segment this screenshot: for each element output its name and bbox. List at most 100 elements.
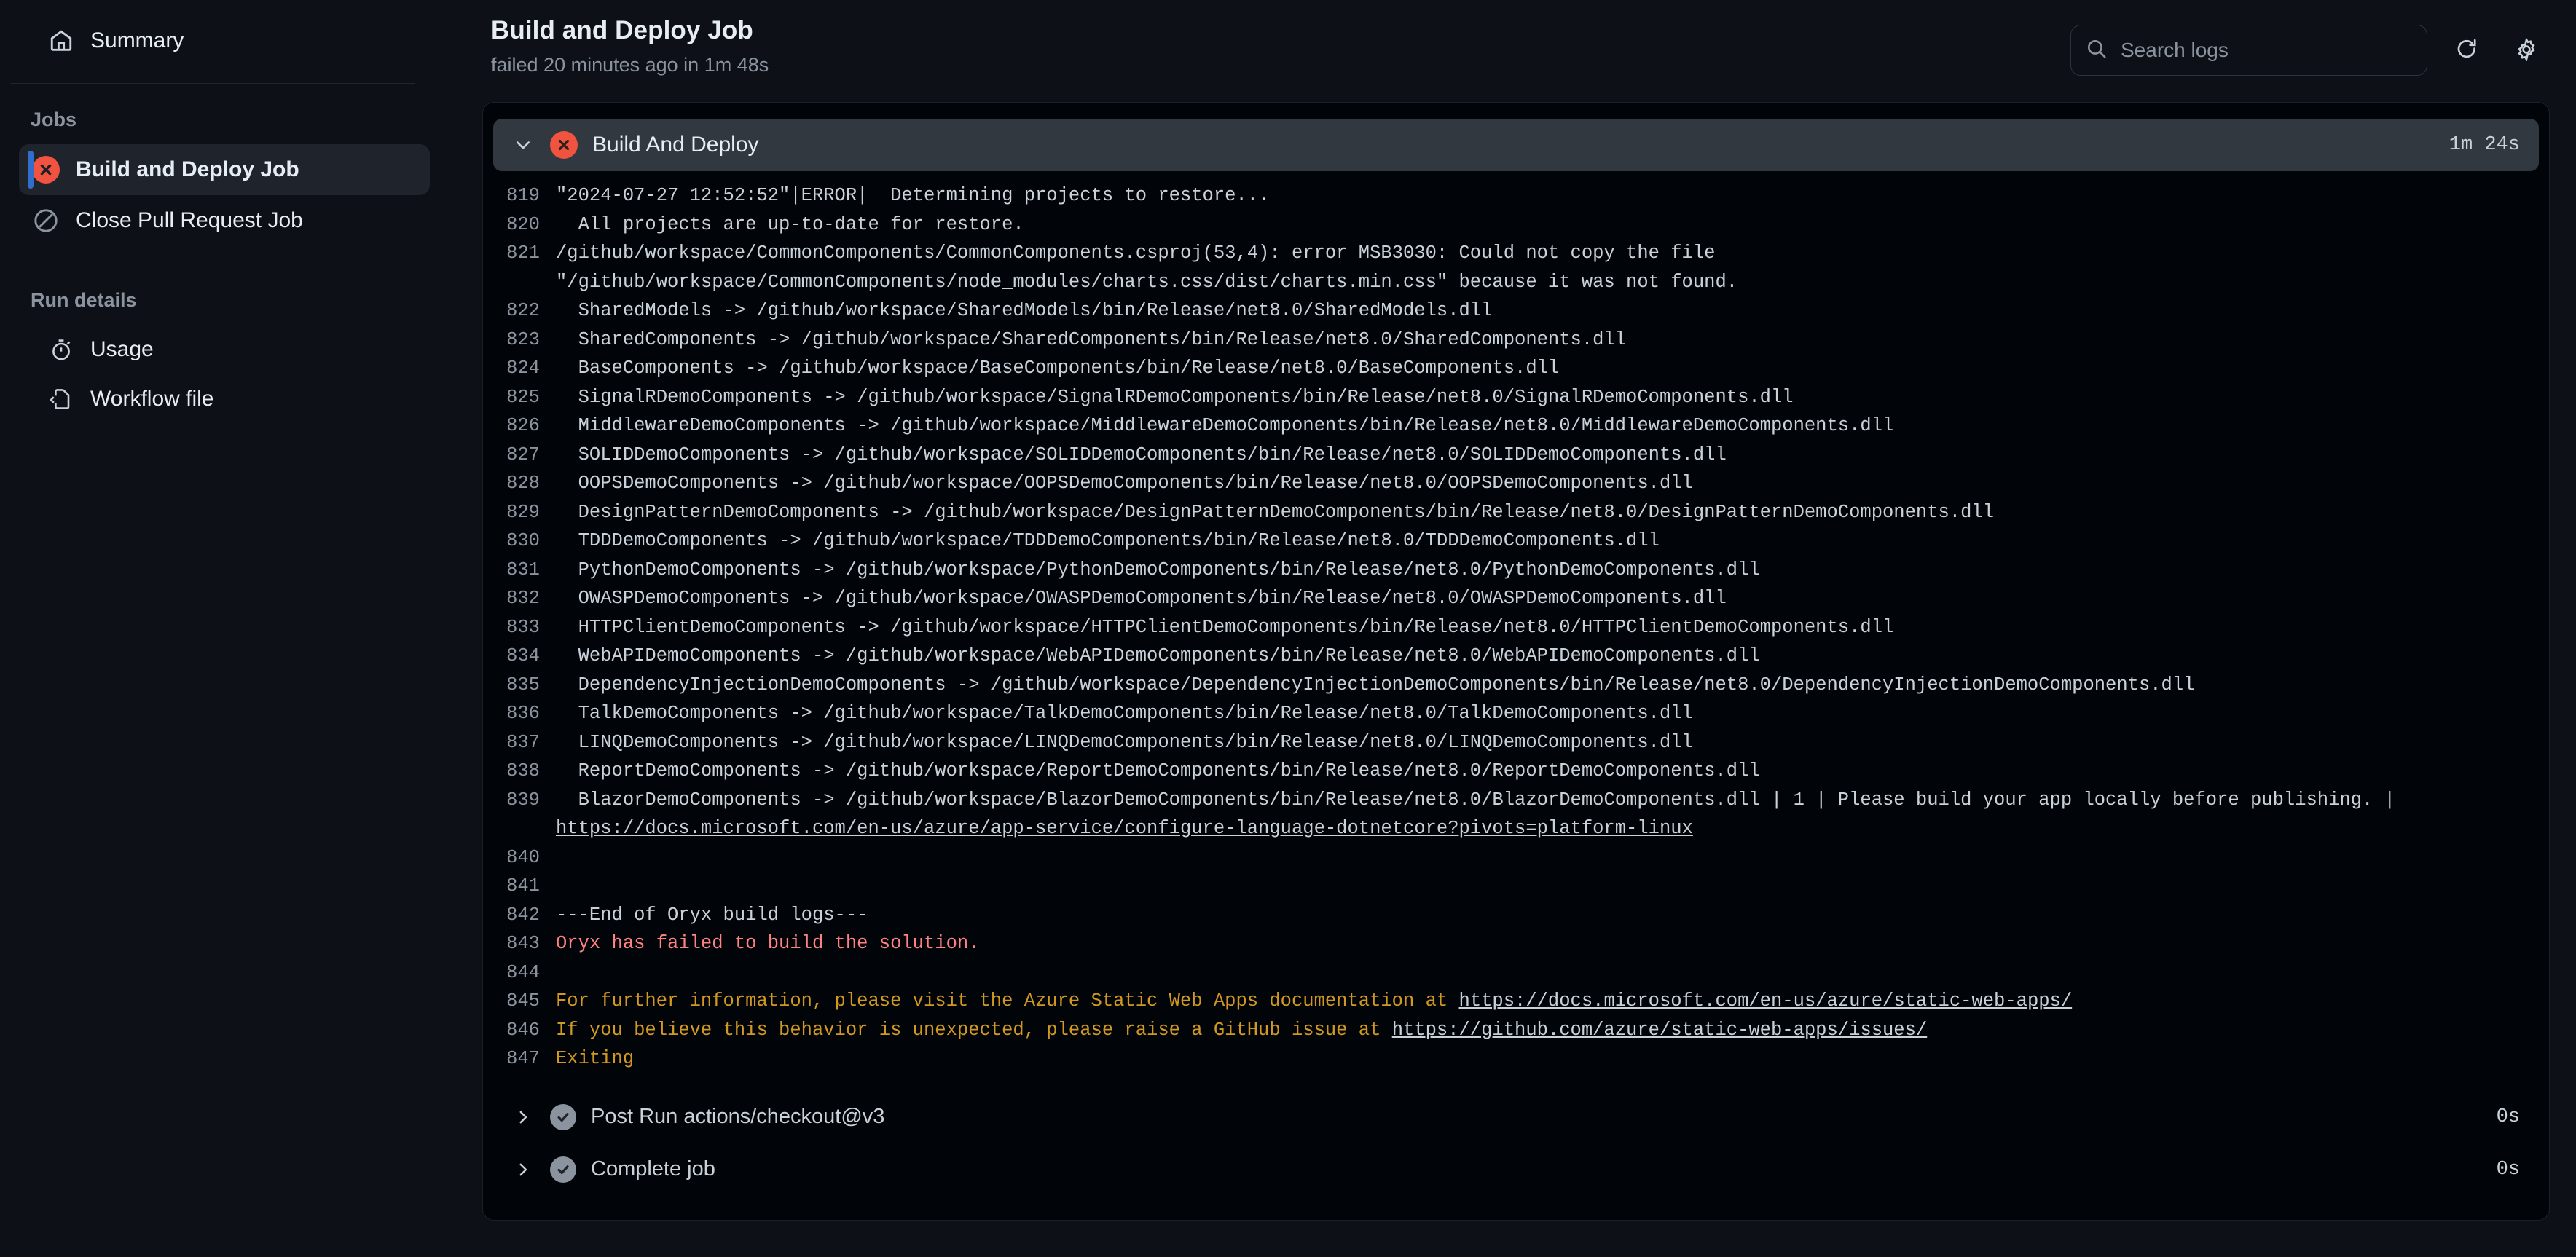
step-duration: 1m 24s bbox=[2449, 134, 2520, 156]
log-line-number: 822 bbox=[506, 300, 540, 321]
log-line-content: "2024-07-27 12:52:52"|ERROR| Determining… bbox=[556, 185, 1270, 206]
log-line-content: SharedModels -> /github/workspace/Shared… bbox=[556, 300, 1493, 321]
sidebar-item-label: Summary bbox=[90, 28, 184, 52]
sidebar-item-close-pull-request-job[interactable]: Close Pull Request Job bbox=[19, 195, 430, 246]
log-line-content: BaseComponents -> /github/workspace/Base… bbox=[556, 358, 1560, 379]
log-line-number: 826 bbox=[506, 415, 540, 436]
sidebar-item-label: Usage bbox=[90, 337, 154, 361]
log-line: 825 SignalRDemoComponents -> /github/wor… bbox=[483, 383, 2549, 412]
log-line-content: BlazorDemoComponents -> /github/workspac… bbox=[556, 786, 2537, 843]
log-line-content: For further information, please visit th… bbox=[556, 987, 2537, 1016]
log-line-content: Exiting bbox=[556, 1048, 635, 1069]
log-line: 835 DependencyInjectionDemoComponents ->… bbox=[483, 671, 2549, 700]
log-line: 821/github/workspace/CommonComponents/Co… bbox=[483, 239, 2549, 296]
log-line: 834 WebAPIDemoComponents -> /github/work… bbox=[483, 642, 2549, 671]
collapsed-step-label: Post Run actions/checkout@v3 bbox=[591, 1105, 885, 1128]
log-line-number: 832 bbox=[506, 588, 540, 609]
log-output[interactable]: 819 "2024-07-27 12:52:52"|ERROR| Determin… bbox=[483, 171, 2549, 1073]
sidebar-item-summary[interactable]: Summary bbox=[17, 16, 433, 66]
log-line: 829 DesignPatternDemoComponents -> /gith… bbox=[483, 498, 2549, 527]
log-line: 842 ---End of Oryx build logs--- bbox=[483, 901, 2549, 930]
refresh-button[interactable] bbox=[2446, 30, 2487, 71]
page-title: Build and Deploy Job bbox=[491, 16, 753, 44]
log-line-content: LINQDemoComponents -> /github/workspace/… bbox=[556, 731, 1693, 753]
sidebar-item-workflow-file[interactable]: Workflow file bbox=[17, 374, 433, 424]
collapsed-step-duration: 0s bbox=[2496, 1158, 2520, 1181]
sidebar-item-label: Close Pull Request Job bbox=[76, 208, 303, 232]
log-line-content: HTTPClientDemoComponents -> /github/work… bbox=[556, 616, 1894, 638]
log-line: 837 LINQDemoComponents -> /github/worksp… bbox=[483, 728, 2549, 757]
x-circle-icon bbox=[550, 131, 578, 159]
log-line-number: 846 bbox=[506, 1019, 540, 1041]
log-line-number: 840 bbox=[506, 846, 540, 868]
sidebar-item-build-and-deploy-job[interactable]: Build and Deploy Job bbox=[19, 144, 430, 195]
log-link[interactable]: https://docs.microsoft.com/en-us/azure/a… bbox=[556, 818, 1693, 839]
log-line-number: 844 bbox=[506, 961, 540, 983]
stopwatch-icon bbox=[48, 336, 74, 363]
log-line: 845 For further information, please visit… bbox=[483, 987, 2549, 1016]
log-line-content: SOLIDDemoComponents -> /github/workspace… bbox=[556, 444, 1727, 465]
log-line-number: 837 bbox=[506, 731, 540, 753]
log-line-number: 819 bbox=[506, 185, 540, 206]
log-line-number: 827 bbox=[506, 444, 540, 465]
log-link[interactable]: https://docs.microsoft.com/en-us/azure/s… bbox=[1459, 990, 2073, 1012]
chevron-down-icon[interactable] bbox=[511, 133, 535, 157]
check-circle-icon bbox=[550, 1156, 576, 1183]
search-icon bbox=[2086, 38, 2108, 63]
log-line: 820 All projects are up-to-date for rest… bbox=[483, 210, 2549, 240]
job-status-subtitle: failed 20 minutes ago in 1m 48s bbox=[491, 54, 769, 76]
chevron-right-icon[interactable] bbox=[511, 1105, 535, 1130]
actions-run-viewer: Summary Jobs Build and Deploy Job Close … bbox=[0, 0, 2576, 1257]
collapsed-step-row[interactable]: Complete job 0s bbox=[483, 1143, 2549, 1196]
log-line-content: PythonDemoComponents -> /github/workspac… bbox=[556, 559, 1760, 580]
collapsed-step-row[interactable]: Post Run actions/checkout@v3 0s bbox=[483, 1091, 2549, 1143]
home-icon bbox=[48, 28, 74, 54]
search-logs-box[interactable] bbox=[2070, 25, 2427, 76]
main-content: Build and Deploy Job failed 20 minutes a… bbox=[459, 0, 2576, 1257]
log-line-content: SignalRDemoComponents -> /github/workspa… bbox=[556, 386, 1794, 408]
log-line: 833 HTTPClientDemoComponents -> /github/… bbox=[483, 613, 2549, 642]
log-line-number: 821 bbox=[506, 243, 540, 264]
log-line-number: 831 bbox=[506, 559, 540, 580]
log-line: 824 BaseComponents -> /github/workspace/… bbox=[483, 354, 2549, 383]
log-link[interactable]: https://github.com/azure/static-web-apps… bbox=[1392, 1020, 1928, 1041]
log-line-content: TDDDemoComponents -> /github/workspace/T… bbox=[556, 530, 1660, 551]
log-line-content: SharedComponents -> /github/workspace/Sh… bbox=[556, 328, 1627, 350]
log-line-number: 839 bbox=[506, 789, 540, 811]
header-toolbar bbox=[2070, 16, 2547, 76]
log-line: 847 Exiting bbox=[483, 1044, 2549, 1073]
sidebar-item-usage[interactable]: Usage bbox=[17, 325, 433, 374]
x-circle-icon bbox=[32, 156, 60, 184]
settings-button[interactable] bbox=[2506, 30, 2547, 71]
log-line-content: All projects are up-to-date for restore. bbox=[556, 213, 1024, 235]
log-line-content: ReportDemoComponents -> /github/workspac… bbox=[556, 760, 1760, 781]
selected-indicator bbox=[28, 151, 34, 189]
sidebar-item-label: Build and Deploy Job bbox=[76, 157, 299, 181]
log-line-content: If you believe this behavior is unexpect… bbox=[556, 1016, 2537, 1045]
log-line: 844 bbox=[483, 958, 2549, 988]
sidebar-jobs-heading: Jobs bbox=[31, 109, 77, 130]
log-line-content: WebAPIDemoComponents -> /github/workspac… bbox=[556, 645, 1760, 666]
log-line-content: TalkDemoComponents -> /github/workspace/… bbox=[556, 703, 1693, 724]
chevron-right-icon[interactable] bbox=[511, 1157, 535, 1182]
log-line-number: 845 bbox=[506, 990, 540, 1012]
sidebar: Summary Jobs Build and Deploy Job Close … bbox=[0, 0, 459, 1257]
step-name: Build And Deploy bbox=[592, 133, 759, 157]
log-line: 822 SharedModels -> /github/workspace/Sh… bbox=[483, 296, 2549, 326]
step-header-build-and-deploy[interactable]: Build And Deploy 1m 24s bbox=[493, 119, 2539, 171]
sidebar-run-details-list: Usage Workflow file bbox=[0, 325, 459, 424]
log-line: 819 "2024-07-27 12:52:52"|ERROR| Determin… bbox=[483, 181, 2549, 210]
log-line: 827 SOLIDDemoComponents -> /github/works… bbox=[483, 441, 2549, 470]
collapsed-step-label: Complete job bbox=[591, 1157, 715, 1181]
log-line-content: /github/workspace/CommonComponents/Commo… bbox=[556, 243, 1738, 293]
search-input[interactable] bbox=[2121, 39, 2412, 62]
log-line: 840 bbox=[483, 843, 2549, 872]
log-line-number: 847 bbox=[506, 1048, 540, 1069]
refresh-icon bbox=[2455, 38, 2478, 63]
log-line: 841 bbox=[483, 872, 2549, 901]
sidebar-summary-section: Summary bbox=[0, 0, 459, 66]
gear-icon bbox=[2515, 36, 2538, 63]
sidebar-run-details-heading: Run details bbox=[31, 289, 137, 311]
log-line: 831 PythonDemoComponents -> /github/work… bbox=[483, 556, 2549, 585]
log-text: If you believe this behavior is unexpect… bbox=[556, 1019, 1392, 1041]
